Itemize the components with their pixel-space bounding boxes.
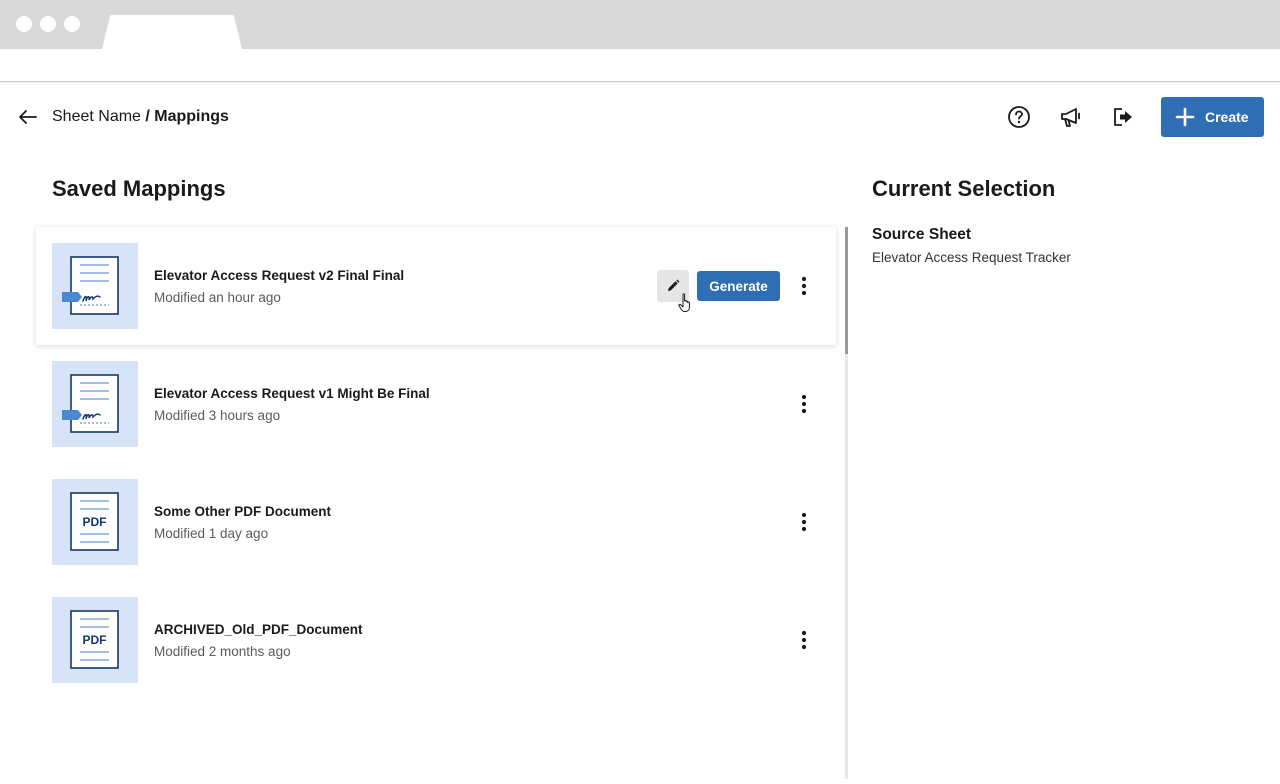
mapping-name[interactable]: ARCHIVED_Old_PDF_Document [154, 622, 363, 638]
create-button-label: Create [1205, 109, 1249, 125]
mapping-name[interactable]: Elevator Access Request v1 Might Be Fina… [154, 386, 430, 402]
logout-button[interactable] [1110, 104, 1136, 130]
signature-document-icon [52, 243, 138, 329]
pencil-icon [668, 279, 680, 291]
vertical-ellipsis-icon [801, 512, 807, 532]
mapping-item[interactable]: Elevator Access Request v1 Might Be Fina… [36, 345, 836, 463]
help-button[interactable] [1006, 104, 1032, 130]
mapping-modified: Modified 2 months ago [154, 644, 291, 659]
generate-button[interactable]: Generate [697, 271, 780, 301]
window-minimize-dot[interactable] [40, 16, 56, 32]
more-options-button[interactable] [793, 510, 815, 534]
mapping-name[interactable]: Elevator Access Request v2 Final Final [154, 268, 404, 284]
question-circle-icon [1008, 106, 1030, 128]
pdf-label: PDF [83, 515, 107, 529]
pdf-document-icon: PDF [52, 479, 138, 565]
browser-tab[interactable] [102, 15, 242, 49]
vertical-ellipsis-icon [801, 630, 807, 650]
source-sheet-label: Source Sheet [872, 226, 972, 243]
mapping-item[interactable]: Elevator Access Request v2 Final Final M… [36, 227, 836, 345]
edit-button[interactable] [657, 270, 689, 302]
saved-mappings-list: Elevator Access Request v2 Final Final M… [36, 227, 836, 699]
vertical-ellipsis-icon [801, 276, 807, 296]
more-options-button[interactable] [793, 392, 815, 416]
mapping-modified: Modified an hour ago [154, 290, 281, 305]
plus-icon [1175, 107, 1195, 127]
vertical-ellipsis-icon [801, 394, 807, 414]
breadcrumb-separator: / [140, 108, 155, 125]
announcements-button[interactable] [1058, 104, 1084, 130]
megaphone-icon [1061, 108, 1080, 127]
breadcrumb-parent[interactable]: Sheet Name [52, 108, 141, 125]
page-header: Sheet Name / Mappings Create [0, 82, 1280, 152]
more-options-button[interactable] [793, 628, 815, 652]
browser-toolbar [0, 49, 1280, 82]
saved-mappings-title: Saved Mappings [52, 176, 226, 201]
sign-out-icon [1114, 108, 1132, 126]
pdf-document-icon: PDF [52, 597, 138, 683]
list-scrollbar-thumb[interactable] [845, 227, 848, 354]
mapping-name[interactable]: Some Other PDF Document [154, 504, 331, 520]
create-button[interactable]: Create [1161, 97, 1264, 137]
signature-document-icon [52, 361, 138, 447]
back-button[interactable] [16, 106, 40, 128]
current-selection-title: Current Selection [872, 176, 1056, 201]
window-close-dot[interactable] [16, 16, 32, 32]
source-sheet-value: Elevator Access Request Tracker [872, 250, 1071, 265]
window-zoom-dot[interactable] [64, 16, 80, 32]
mapping-item[interactable]: PDF ARCHIVED_Old_PDF_Document Modified 2… [36, 581, 836, 699]
more-options-button[interactable] [793, 274, 815, 298]
breadcrumb-current: Mappings [154, 108, 229, 125]
mapping-modified: Modified 3 hours ago [154, 408, 281, 423]
arrow-left-icon [19, 110, 37, 124]
mapping-item[interactable]: PDF Some Other PDF Document Modified 1 d… [36, 463, 836, 581]
pdf-label: PDF [83, 633, 107, 647]
browser-titlebar [0, 0, 1280, 49]
mapping-modified: Modified 1 day ago [154, 526, 269, 541]
breadcrumb: Sheet Name / Mappings [52, 106, 229, 128]
